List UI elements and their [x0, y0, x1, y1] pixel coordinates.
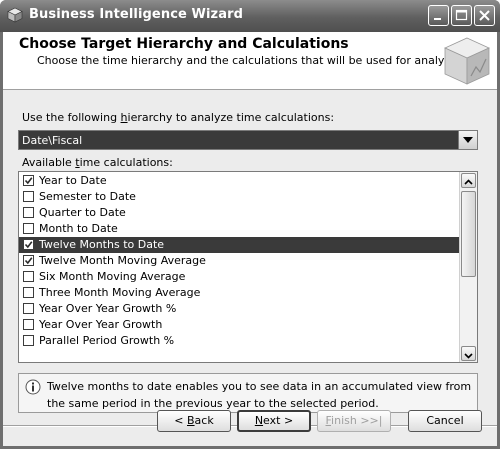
item-label: Twelve Month Moving Average: [39, 254, 206, 267]
list-scrollbar[interactable]: [459, 172, 477, 362]
item-label: Twelve Months to Date: [39, 238, 165, 251]
cube-banner-icon: [444, 37, 490, 85]
close-icon: [479, 10, 490, 21]
item-label: Year Over Year Growth: [39, 318, 163, 331]
cube-app-icon: [7, 7, 23, 23]
chevron-down-icon: [463, 137, 473, 143]
maximize-button[interactable]: [451, 5, 472, 26]
item-checkbox[interactable]: [23, 303, 34, 314]
close-button[interactable]: [474, 5, 495, 26]
item-label: Six Month Moving Average: [39, 270, 186, 283]
item-checkbox[interactable]: [23, 319, 34, 330]
checkmark-icon: [24, 257, 33, 265]
item-checkbox[interactable]: [23, 335, 34, 346]
scroll-up-button[interactable]: [461, 173, 476, 188]
item-label: Year Over Year Growth %: [39, 302, 177, 315]
back-button[interactable]: < Back: [157, 410, 231, 432]
wizard-header: Choose Target Hierarchy and Calculations…: [3, 32, 497, 90]
calculations-label: Available time calculations:: [22, 156, 173, 169]
description-text: Twelve months to date enables you to see…: [47, 380, 472, 410]
wizard-window: Business Intelligence Wizard Choose Targ…: [0, 0, 500, 449]
item-label: Year to Date: [39, 174, 107, 187]
checkmark-icon: [24, 241, 33, 249]
item-checkbox[interactable]: [23, 255, 34, 266]
minimize-button[interactable]: [428, 5, 449, 26]
cancel-button[interactable]: Cancel: [408, 410, 482, 432]
item-checkbox[interactable]: [23, 175, 34, 186]
chevron-down-icon: [464, 353, 473, 359]
maximize-icon: [455, 9, 468, 21]
next-button[interactable]: Next >: [237, 410, 311, 432]
item-checkbox[interactable]: [23, 271, 34, 282]
item-checkbox[interactable]: [23, 223, 34, 234]
list-item[interactable]: Semester to Date: [19, 189, 459, 205]
minimize-icon: [434, 18, 441, 20]
checkmark-icon: [24, 177, 33, 185]
list-item[interactable]: Month to Date: [19, 221, 459, 237]
page-subtitle: Choose the time hierarchy and the calcul…: [37, 54, 463, 67]
item-label: Semester to Date: [39, 190, 136, 203]
list-item[interactable]: Twelve Months to Date: [19, 237, 459, 253]
item-label: Month to Date: [39, 222, 118, 235]
dropdown-button[interactable]: [458, 131, 477, 149]
title-bar[interactable]: Business Intelligence Wizard: [0, 0, 500, 32]
chevron-up-icon: [464, 179, 473, 185]
hierarchy-label: Use the following hierarchy to analyze t…: [22, 111, 335, 124]
item-label: Parallel Period Growth %: [39, 334, 175, 347]
page-title: Choose Target Hierarchy and Calculations: [19, 36, 349, 52]
wizard-body: Choose Target Hierarchy and Calculations…: [3, 32, 497, 446]
item-label: Three Month Moving Average: [39, 286, 201, 299]
list-item[interactable]: Parallel Period Growth %: [19, 333, 459, 349]
item-checkbox[interactable]: [23, 207, 34, 218]
list-item[interactable]: Six Month Moving Average: [19, 269, 459, 285]
scroll-thumb[interactable]: [461, 191, 476, 277]
list-item[interactable]: Year Over Year Growth: [19, 317, 459, 333]
finish-button: Finish >>|: [317, 410, 391, 432]
item-checkbox[interactable]: [23, 287, 34, 298]
hierarchy-value: Date\Fiscal: [22, 134, 83, 147]
list-item[interactable]: Twelve Month Moving Average: [19, 253, 459, 269]
item-checkbox[interactable]: [23, 191, 34, 202]
list-item[interactable]: Year Over Year Growth %: [19, 301, 459, 317]
item-label: Quarter to Date: [39, 206, 126, 219]
calculations-list[interactable]: Parallel Period Growth % Year Over Year G…: [18, 171, 478, 363]
list-item[interactable]: Three Month Moving Average: [19, 285, 459, 301]
list-item[interactable]: Quarter to Date: [19, 205, 459, 221]
list-item[interactable]: Year to Date: [19, 173, 459, 189]
description-panel: Twelve months to date enables you to see…: [18, 373, 478, 413]
item-checkbox[interactable]: [23, 239, 34, 250]
scroll-down-button[interactable]: [461, 346, 476, 361]
window-title: Business Intelligence Wizard: [29, 7, 243, 22]
info-icon: [25, 379, 41, 395]
hierarchy-dropdown[interactable]: Date\Fiscal: [18, 130, 478, 150]
